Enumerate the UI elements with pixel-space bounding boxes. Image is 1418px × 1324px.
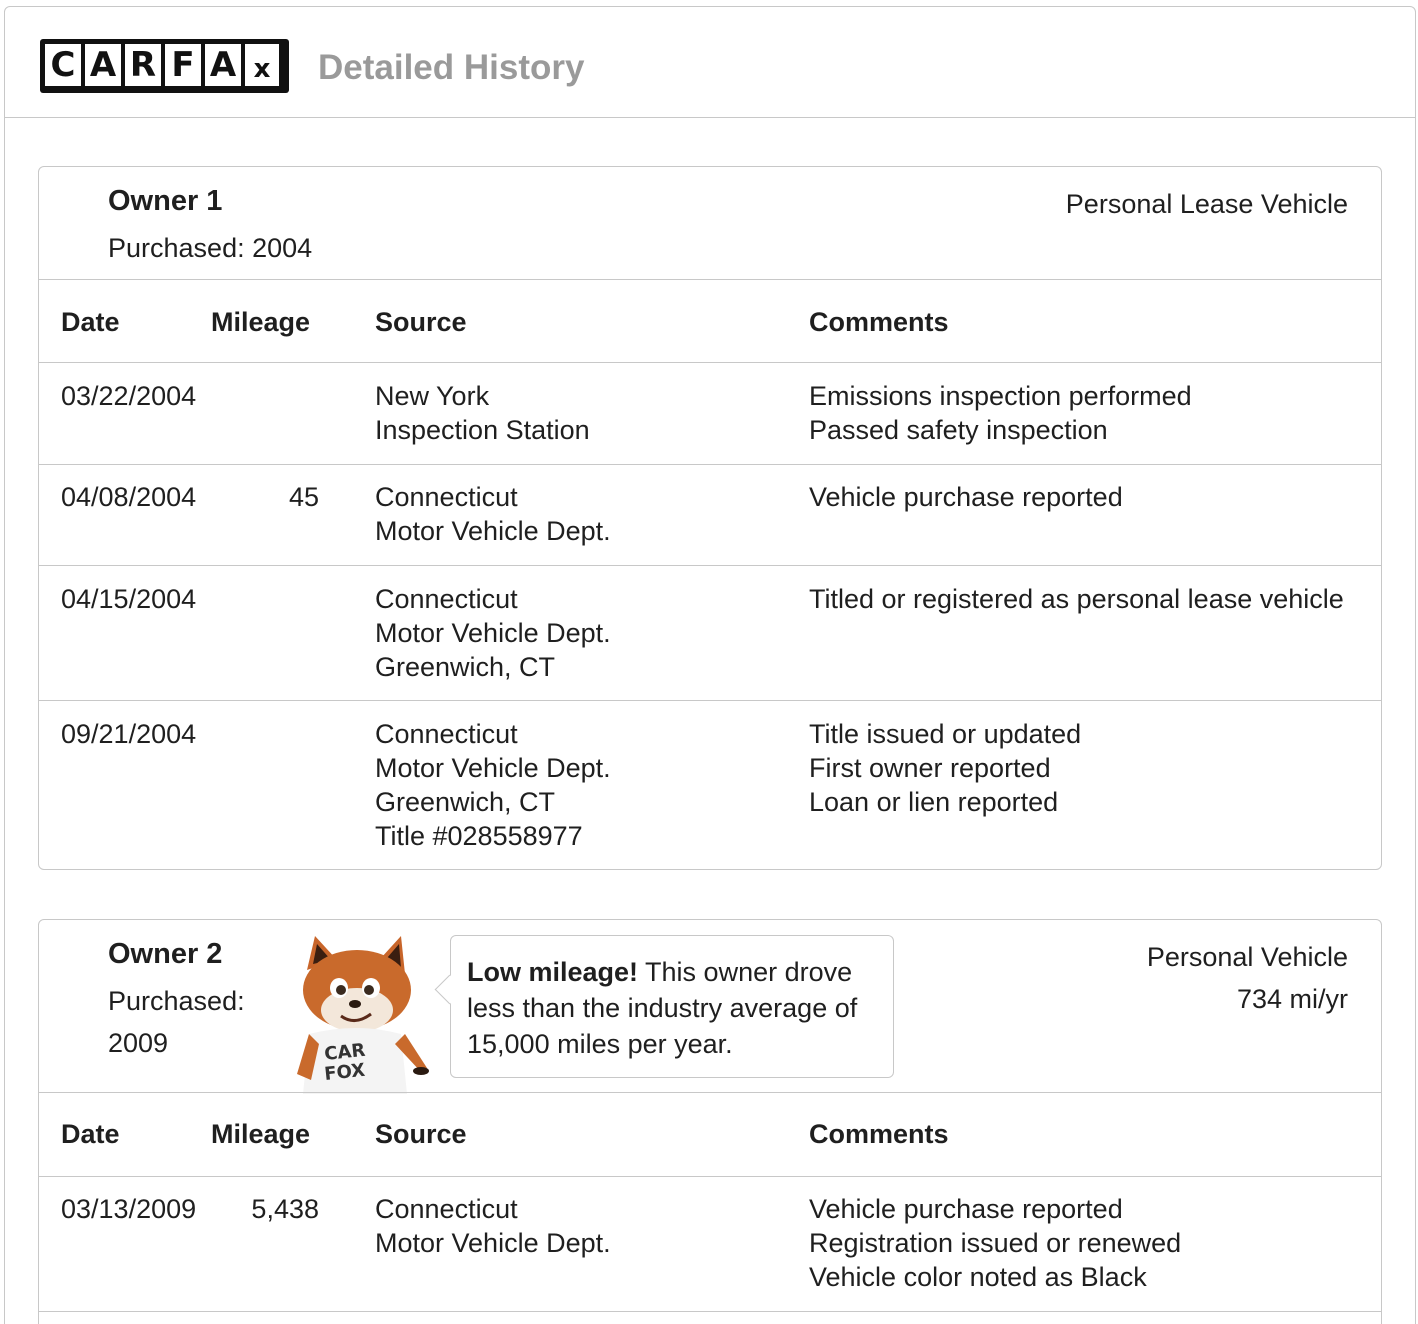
divider [39,279,1381,280]
owner-2-card: Owner 2 Purchased: 2009 CAR FOX Low mile… [38,919,1382,1324]
cell-comments: Vehicle purchase reported Registration i… [809,1194,1182,1292]
cell-date: 04/08/2004 [61,482,197,512]
cell-comments: Emissions inspection performed Passed sa… [809,381,1192,445]
owner-purchased-year: 2009 [108,1028,169,1058]
cell-source: Connecticut Motor Vehicle Dept. Greenwic… [375,584,611,682]
cell-source: New York Inspection Station [375,381,590,445]
callout-headline: Low mileage! [467,957,639,987]
cell-date: 09/21/2004 [61,719,197,749]
divider [39,1311,1381,1312]
car-fox-mascot-icon: CAR FOX [297,936,429,1094]
cell-date: 03/13/2009 [61,1194,197,1224]
owner-1-card: Owner 1 Purchased: 2004 Personal Lease V… [38,166,1382,870]
column-header-source: Source [375,307,467,337]
divider [39,464,1381,465]
page-title: Detailed History [318,48,585,87]
cell-mileage: 45 [288,482,319,512]
column-header-source: Source [375,1119,467,1149]
divider [39,1092,1381,1093]
logo-letter: F [163,42,203,88]
column-header-comments: Comments [809,1119,949,1149]
column-header-mileage: Mileage [211,1119,311,1149]
cell-source: Connecticut Motor Vehicle Dept. [375,482,611,546]
column-header-comments: Comments [809,307,949,337]
logo-letter: C [43,42,83,88]
logo-letter: R [123,42,163,88]
logo-letter: A [203,42,243,88]
divider [39,1176,1381,1177]
logo-letter: x [243,42,281,88]
column-header-mileage: Mileage [211,307,311,337]
cell-mileage: 5,438 [251,1194,319,1224]
cell-source: Connecticut Motor Vehicle Dept. [375,1194,611,1258]
column-header-date: Date [61,1119,120,1149]
divider [39,565,1381,566]
low-mileage-callout: Low mileage! This owner drove less than … [450,935,894,1078]
carfax-logo: C A R F A x [40,39,289,93]
logo-letter: A [83,42,123,88]
cell-date: 03/22/2004 [61,381,197,411]
owner-title: Owner 2 [108,938,223,970]
column-header-date: Date [61,307,120,337]
cell-source: Connecticut Motor Vehicle Dept. Greenwic… [375,719,611,851]
owner-vehicle-type: Personal Lease Vehicle [1065,189,1348,219]
cell-comments: Vehicle purchase reported [809,482,1123,512]
svg-text:FOX: FOX [323,1060,366,1085]
cell-date: 04/15/2004 [61,584,197,614]
owner-purchased: Purchased: 2004 [108,233,313,263]
owner-miles-per-year: 734 mi/yr [1236,984,1348,1014]
cell-comments: Titled or registered as personal lease v… [809,584,1344,614]
owner-purchased-label: Purchased: [108,986,245,1016]
report-header: C A R F A x Detailed History [4,6,1416,118]
divider [39,362,1381,363]
owner-vehicle-type: Personal Vehicle [1146,942,1348,972]
divider [39,700,1381,701]
cell-comments: Title issued or updated First owner repo… [809,719,1082,817]
owner-title: Owner 1 [108,185,223,217]
